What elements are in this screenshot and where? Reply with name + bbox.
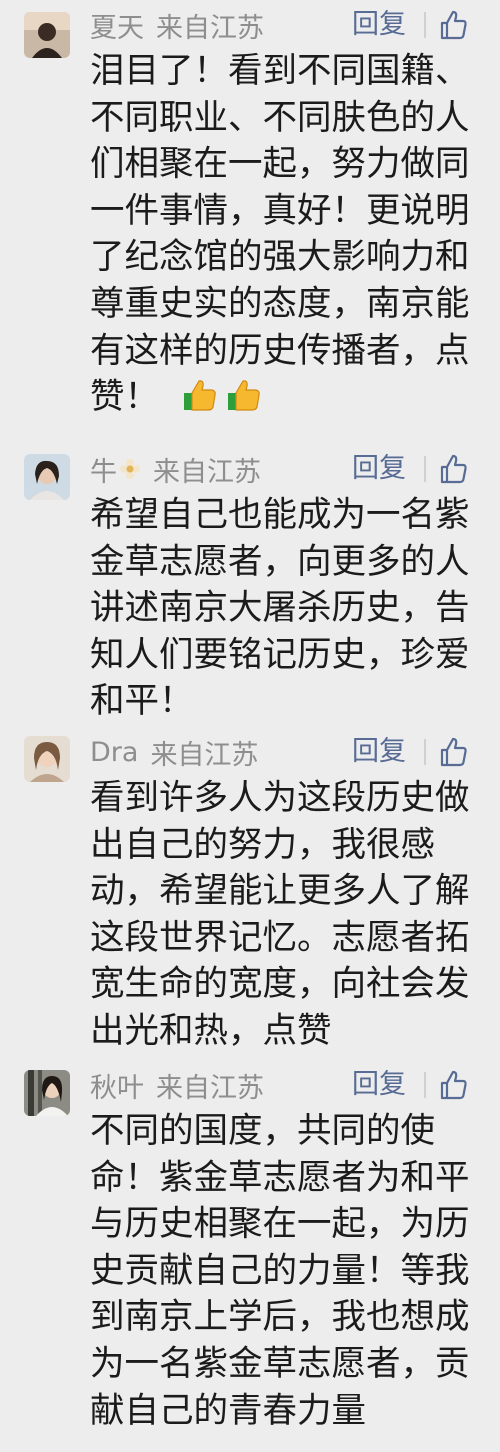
comment-line: 希望自己也能成为一名紫 — [90, 495, 470, 535]
comment-line: 知人们要铭记历史，珍爱 — [90, 634, 470, 675]
comment-text: 不同的国度，共同的使 命！紫金草志愿者为和平 与历史相聚在一起，为历 史贡献自己… — [90, 1108, 482, 1434]
comment-line: 尊重史实的态度，南京能 — [90, 283, 470, 324]
comment-line: 不同的国度，共同的使 — [90, 1111, 435, 1151]
reply-button[interactable]: 回复 — [352, 452, 406, 486]
comment-line: 金草志愿者，向更多的人 — [90, 541, 470, 582]
comment-line: 出光和热，点赞 — [90, 1010, 332, 1051]
comment-line: 泪目了！看到不同国籍、 — [90, 51, 470, 91]
comment-line: 与历史相聚在一起，为历 — [90, 1204, 470, 1245]
avatar[interactable] — [24, 736, 70, 782]
comment-text: 泪目了！看到不同国籍、 不同职业、不同肤色的人 们相聚在一起，努力做同 一件事情… — [90, 48, 482, 421]
like-button[interactable] — [436, 1068, 470, 1102]
comment-line: 史贡献自己的力量！等我 — [90, 1250, 470, 1291]
comment-line: 这段世界记忆。志愿者拓 — [90, 917, 470, 958]
reply-button[interactable]: 回复 — [352, 1068, 406, 1102]
avatar[interactable] — [24, 12, 70, 58]
comment-line: 到南京上学后，我也想成 — [90, 1297, 470, 1338]
nickname[interactable]: 秋叶 — [90, 1066, 144, 1105]
nickname[interactable]: 牛 — [90, 450, 117, 489]
reply-button[interactable]: 回复 — [352, 735, 406, 769]
comment-line: 和平！ — [90, 681, 194, 722]
comment-meta: 夏天 来自江苏 — [90, 6, 264, 45]
avatar[interactable] — [24, 454, 70, 500]
comment-line: 赞！ — [90, 377, 159, 418]
divider — [424, 739, 426, 765]
thumbs-up-emoji — [181, 376, 219, 414]
nickname[interactable]: Dra — [90, 737, 138, 768]
comment-line: 为一名紫金草志愿者，贡 — [90, 1343, 470, 1384]
reply-button[interactable]: 回复 — [352, 8, 406, 42]
comment-line: 们相聚在一起，努力做同 — [90, 144, 470, 185]
comment-line-last: 赞！ — [90, 374, 482, 421]
comment-line: 一件事情，真好！更说明 — [90, 190, 470, 231]
location-label: 来自江苏 — [150, 739, 259, 771]
divider — [424, 12, 426, 38]
thumbs-up-emoji — [225, 376, 263, 414]
comment-line: 看到许多人为这段历史做 — [90, 778, 470, 818]
location-label: 来自江苏 — [156, 12, 264, 44]
comment-text: 希望自己也能成为一名紫 金草志愿者，向更多的人 讲述南京大屠杀历史，告 知人们要… — [90, 492, 482, 725]
location-label: 来自江苏 — [156, 1072, 264, 1104]
flower-emoji — [119, 458, 141, 480]
comment-line: 献自己的青春力量 — [90, 1390, 366, 1431]
comment-line: 不同职业、不同肤色的人 — [90, 97, 470, 138]
like-button[interactable] — [436, 735, 470, 769]
divider — [424, 456, 426, 482]
avatar[interactable] — [24, 1070, 70, 1116]
comment-meta: 牛 来自江苏 — [90, 450, 261, 489]
thumbs-up-outline-icon — [440, 10, 467, 40]
comment-line: 命！紫金草志愿者为和平 — [90, 1157, 470, 1198]
comment-line: 了纪念馆的强大影响力和 — [90, 237, 470, 278]
thumbs-up-outline-icon — [440, 1070, 467, 1100]
like-button[interactable] — [436, 452, 470, 486]
comment-line: 动，希望能让更多人了解 — [90, 871, 470, 912]
comment-line: 有这样的历史传播者，点 — [90, 330, 470, 371]
thumbs-up-outline-icon — [440, 737, 467, 767]
comment-meta: Dra 来自江苏 — [90, 735, 259, 771]
comment-line: 出自己的努力，我很感 — [90, 824, 435, 865]
comment-text: 看到许多人为这段历史做 出自己的努力，我很感 动，希望能让更多人了解 这段世界记… — [90, 775, 482, 1055]
like-button[interactable] — [436, 8, 470, 42]
comment-meta: 秋叶 来自江苏 — [90, 1066, 264, 1105]
divider — [424, 1072, 426, 1098]
nickname[interactable]: 夏天 — [90, 6, 144, 45]
location-label: 来自江苏 — [153, 456, 261, 488]
thumbs-up-outline-icon — [440, 454, 467, 484]
comment-line: 宽生命的宽度，向社会发 — [90, 964, 470, 1005]
comment-line: 讲述南京大屠杀历史，告 — [90, 588, 470, 629]
